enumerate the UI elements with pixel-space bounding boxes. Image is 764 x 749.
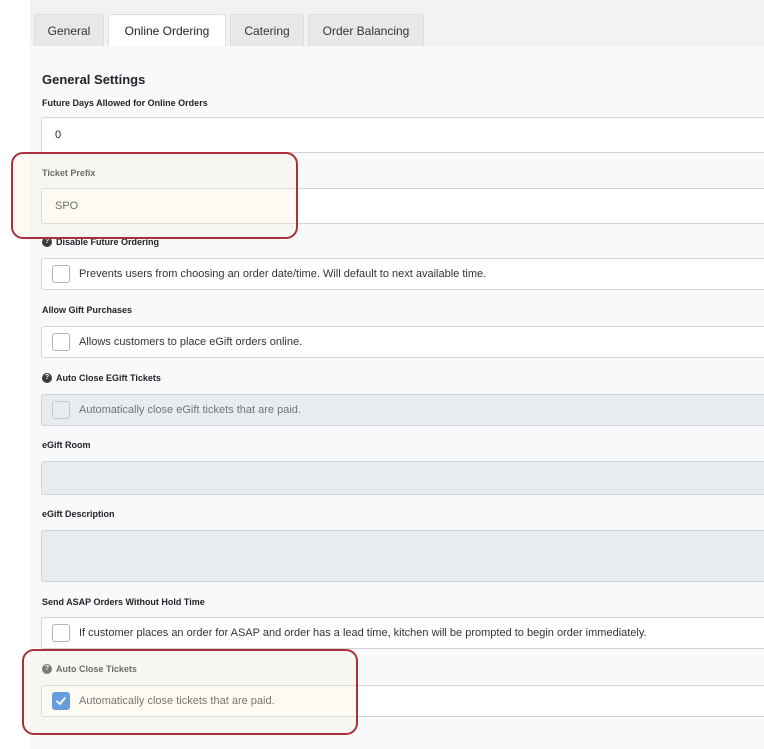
checkbox-text: Prevents users from choosing an order da… [79,268,487,280]
highlight-ticket-prefix [11,152,298,239]
tab-order-balancing[interactable]: Order Balancing [308,14,424,46]
gift-purchases-row[interactable]: Allows customers to place eGift orders o… [41,326,764,358]
tab-label: General [47,23,91,38]
gift-purchases-checkbox[interactable] [52,333,70,351]
future-days-label: Future Days Allowed for Online Orders [42,98,208,108]
checkbox-text: Allows customers to place eGift orders o… [79,336,303,348]
egift-description-textarea [41,530,764,582]
highlight-auto-close-tickets [22,649,358,735]
gift-purchases-label: Allow Gift Purchases [42,305,133,315]
auto-close-egift-checkbox [52,401,70,419]
future-days-value: 0 [55,129,62,141]
checkbox-text: Automatically close eGift tickets that a… [79,404,301,416]
tab-label: Catering [244,23,290,38]
section-title: General Settings [42,72,146,87]
tab-catering[interactable]: Catering [230,14,304,46]
auto-close-egift-label: ? Auto Close EGift Tickets [42,373,161,383]
future-days-input[interactable]: 0 [41,117,764,153]
send-asap-row[interactable]: If customer places an order for ASAP and… [41,617,764,649]
tab-general[interactable]: General [34,14,104,46]
send-asap-label: Send ASAP Orders Without Hold Time [42,597,205,607]
tab-label: Order Balancing [322,23,410,38]
egift-room-input [41,461,764,495]
label-text: Auto Close EGift Tickets [56,373,161,383]
tab-label: Online Ordering [124,23,210,38]
egift-room-label: eGift Room [42,440,91,450]
send-asap-checkbox[interactable] [52,624,70,642]
disable-future-row[interactable]: Prevents users from choosing an order da… [41,258,764,290]
tab-online-ordering[interactable]: Online Ordering [108,14,226,46]
question-circle-icon[interactable]: ? [42,373,52,383]
egift-description-label: eGift Description [42,509,115,519]
disable-future-checkbox[interactable] [52,265,70,283]
auto-close-egift-row: Automatically close eGift tickets that a… [41,394,764,426]
checkbox-text: If customer places an order for ASAP and… [79,627,647,639]
